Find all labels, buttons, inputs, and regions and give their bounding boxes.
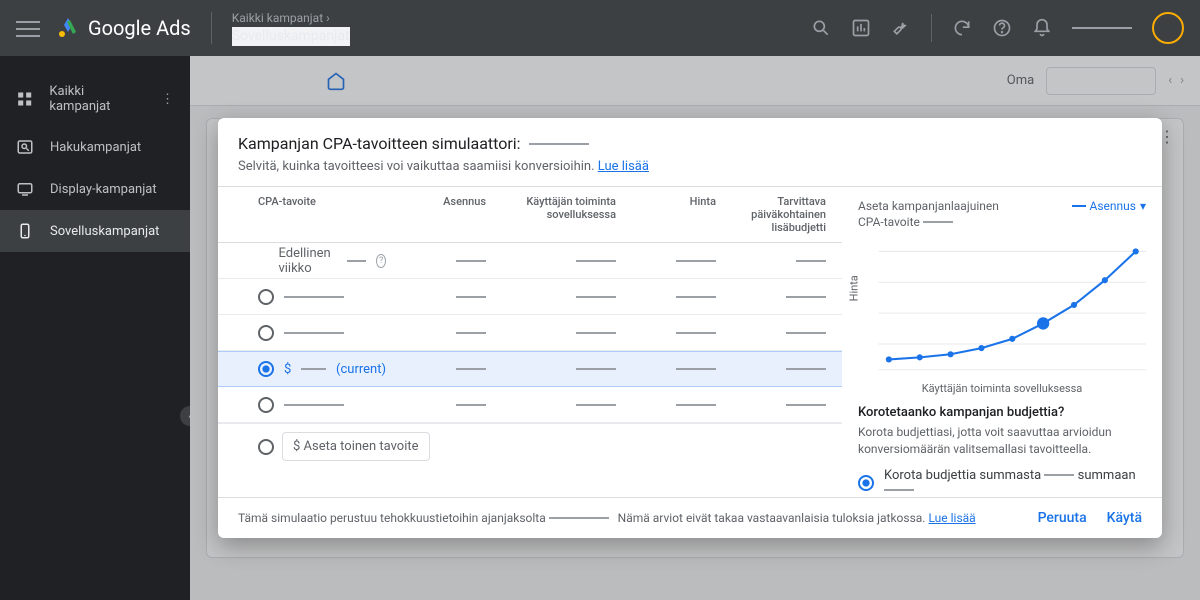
col-cost: Hinta — [628, 187, 728, 242]
sidebar-item-search[interactable]: Hakukampanjat — [0, 126, 190, 168]
product-logo[interactable]: Google Ads — [56, 16, 191, 40]
sidebar-item-all-campaigns[interactable]: Kaikki kampanjat ⋮ — [0, 72, 190, 126]
divider — [211, 12, 212, 44]
cancel-button[interactable]: Peruuta — [1038, 510, 1087, 526]
apply-button[interactable]: Käytä — [1107, 510, 1142, 526]
col-installs: Asennus — [398, 187, 498, 242]
kebab-icon[interactable]: ⋮ — [161, 92, 174, 107]
tools-icon[interactable] — [891, 18, 911, 38]
radio-option[interactable] — [258, 325, 274, 341]
table-row[interactable] — [218, 279, 842, 315]
help-icon[interactable]: ? — [376, 254, 386, 268]
topbar-actions — [811, 12, 1184, 44]
breadcrumb-current: Sovelluskampanjat — [232, 27, 350, 47]
sidebar-item-app[interactable]: Sovelluskampanjat — [0, 210, 190, 252]
notifications-icon[interactable] — [1032, 18, 1052, 38]
ads-logo-icon — [56, 16, 80, 40]
set-other-target-button[interactable]: $ Aseta toinen tavoite — [282, 432, 430, 461]
sidebar: Kaikki kampanjat ⋮ Hakukampanjat Display… — [0, 56, 190, 600]
help-icon[interactable] — [992, 18, 1012, 38]
reports-icon[interactable] — [851, 18, 871, 38]
divider — [931, 14, 932, 42]
chart-xlabel: Käyttäjän toiminta sovelluksessa — [858, 382, 1146, 395]
row-previous-week: Edellinen viikko? — [218, 243, 842, 279]
radio-option-selected[interactable] — [258, 361, 274, 377]
sidebar-item-label: Hakukampanjat — [50, 140, 141, 155]
breadcrumb-parent[interactable]: Kaikki kampanjat › — [232, 10, 350, 27]
sidebar-item-label: Kaikki kampanjat — [49, 84, 145, 114]
modal-footer: Tämä simulaatio perustuu tehokkuustietoi… — [218, 497, 1162, 538]
cpa-simulator-modal: Kampanjan CPA-tavoitteen simulaattori: S… — [218, 118, 1162, 538]
set-other-row: $ Aseta toinen tavoite — [218, 423, 842, 469]
sidebar-item-label: Display-kampanjat — [50, 182, 157, 197]
table-row[interactable] — [218, 387, 842, 423]
col-inapp: Käyttäjän toiminta sovelluksessa — [498, 187, 628, 242]
budget-question: Korotetaanko kampanjan budjettia? — [858, 405, 1146, 420]
top-bar: Google Ads Kaikki kampanjat › Sovelluska… — [0, 0, 1200, 56]
chart: Hinta — [858, 238, 1146, 378]
chart-metric-select[interactable]: Asennus ▾ — [1072, 199, 1146, 213]
learn-more-link[interactable]: Lue lisää — [928, 511, 975, 525]
table-row-current[interactable]: $(current) — [218, 351, 842, 387]
search-icon[interactable] — [811, 18, 831, 38]
account-name[interactable] — [1072, 27, 1132, 29]
radio-icon[interactable] — [858, 475, 874, 491]
refresh-icon[interactable] — [952, 18, 972, 38]
sidebar-item-display[interactable]: Display-kampanjat — [0, 168, 190, 210]
radio-option[interactable] — [258, 397, 274, 413]
breadcrumb[interactable]: Kaikki kampanjat › Sovelluskampanjat — [232, 10, 350, 46]
avatar[interactable] — [1152, 12, 1184, 44]
search-campaign-icon — [16, 138, 34, 156]
radio-option[interactable] — [258, 439, 274, 455]
budget-desc: Korota budjettiasi, jotta voit saavuttaa… — [858, 424, 1146, 458]
chart-set-label: Aseta kampanjanlaajuinen CPA-tavoite — [858, 199, 1018, 230]
display-icon — [16, 180, 34, 198]
learn-more-link[interactable]: Lue lisää — [598, 159, 649, 174]
col-budget: Tarvittava päiväkohtainen lisäbudjetti — [728, 187, 838, 242]
budget-option-increase[interactable]: Korota budjettia summasta summaan — [858, 468, 1146, 497]
radio-option[interactable] — [258, 289, 274, 305]
app-icon — [16, 222, 34, 240]
chart-panel: Aseta kampanjanlaajuinen CPA-tavoite Ase… — [842, 187, 1162, 497]
sidebar-item-label: Sovelluskampanjat — [50, 224, 159, 239]
hamburger-icon[interactable] — [16, 16, 40, 40]
chart-ylabel: Hinta — [848, 275, 861, 301]
product-name: Google Ads — [88, 16, 191, 40]
col-cpa-target: CPA-tavoite — [218, 187, 398, 242]
modal-title: Kampanjan CPA-tavoitteen simulaattori: — [238, 134, 1142, 153]
grid-icon — [16, 90, 33, 108]
simulator-table: CPA-tavoite Asennus Käyttäjän toiminta s… — [218, 187, 842, 497]
table-row[interactable] — [218, 315, 842, 351]
modal-subtitle: Selvitä, kuinka tavoitteesi voi vaikutta… — [238, 159, 1142, 174]
